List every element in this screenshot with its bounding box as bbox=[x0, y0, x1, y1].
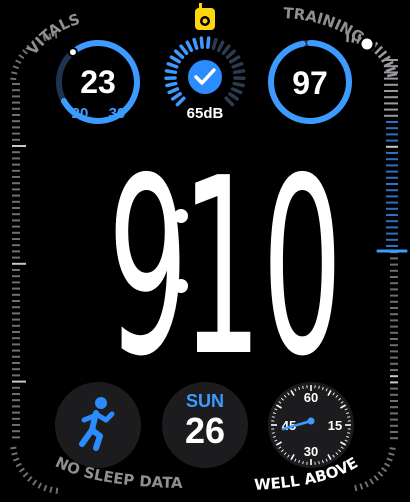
bezel-tick bbox=[11, 452, 18, 456]
watch-face: VITALS TRAINING NO SLEEP DATA WELL ABOVE… bbox=[10, 3, 408, 494]
time-display: 9 10 bbox=[108, 125, 343, 410]
noise-ok-badge bbox=[188, 60, 222, 94]
bezel-tick bbox=[18, 467, 25, 473]
noise-tick bbox=[224, 96, 235, 107]
stopwatch-tick bbox=[302, 385, 304, 389]
bezel-tick bbox=[388, 452, 395, 456]
workout-complication[interactable] bbox=[55, 382, 141, 468]
vitals-complication[interactable]: 23 20 30 bbox=[56, 40, 140, 124]
bezel-tick bbox=[373, 475, 379, 481]
bezel-tick bbox=[364, 481, 369, 488]
bezel-tick bbox=[22, 49, 28, 55]
vitals-indicator bbox=[67, 47, 78, 58]
stopwatch-complication[interactable]: 60 15 30 45 bbox=[268, 382, 354, 468]
date-complication[interactable]: SUN 26 bbox=[162, 382, 248, 468]
bezel-tick bbox=[383, 462, 391, 468]
noise-tick bbox=[221, 44, 231, 56]
bezel-tick bbox=[18, 54, 25, 60]
noise-tick bbox=[173, 49, 185, 59]
bezel-tick bbox=[22, 472, 29, 478]
bezel-tick bbox=[374, 45, 384, 55]
noise-value: 65dB bbox=[187, 105, 224, 122]
stopwatch-pivot bbox=[307, 417, 315, 425]
noise-tick bbox=[225, 49, 237, 59]
bezel-tick bbox=[354, 484, 358, 492]
noise-tick bbox=[169, 55, 181, 64]
noise-tick bbox=[206, 36, 211, 49]
date-day: SUN bbox=[186, 391, 224, 411]
bezel-tick bbox=[381, 467, 388, 473]
training-gauge bbox=[346, 31, 408, 492]
noise-tick bbox=[228, 92, 240, 101]
stopwatch-tick bbox=[318, 385, 320, 389]
stopwatch-mark-60: 60 bbox=[304, 390, 318, 405]
bezel-tick bbox=[27, 476, 33, 482]
bezel-tick bbox=[10, 446, 17, 450]
noise-complication[interactable]: 65dB bbox=[164, 36, 246, 122]
bezel-tick bbox=[32, 479, 38, 486]
noise-tick bbox=[167, 87, 180, 95]
noise-tick bbox=[175, 96, 186, 107]
stopwatch-tick bbox=[271, 416, 275, 418]
noise-tick bbox=[232, 81, 245, 88]
noise-tick bbox=[232, 69, 246, 75]
bezel-tick bbox=[13, 457, 20, 462]
stopwatch-mark-15: 15 bbox=[328, 418, 342, 433]
noise-tick bbox=[230, 87, 243, 95]
stopwatch-mark-30: 30 bbox=[304, 444, 318, 459]
bezel-tick bbox=[15, 462, 22, 468]
noise-tick bbox=[179, 44, 189, 56]
bezel-tick bbox=[386, 457, 393, 462]
bezel-tick bbox=[11, 71, 18, 75]
bezel-tick bbox=[15, 59, 22, 65]
vitals-value: 23 bbox=[80, 64, 116, 100]
vitals-low: 20 bbox=[72, 105, 89, 122]
time-minutes: 10 bbox=[181, 125, 342, 410]
left-tick-scale bbox=[10, 32, 59, 494]
noise-tick bbox=[199, 36, 204, 49]
training-value: 97 bbox=[292, 65, 328, 101]
bezel-tick bbox=[55, 487, 59, 494]
vitals-high: 30 bbox=[109, 105, 126, 122]
noise-tick bbox=[216, 40, 225, 53]
stopwatch-tick bbox=[302, 461, 304, 465]
bezel-tick bbox=[386, 72, 398, 78]
training-label: TRAINING bbox=[283, 4, 368, 47]
noise-tick bbox=[185, 40, 194, 53]
noise-tick bbox=[192, 37, 199, 50]
noise-tick bbox=[231, 62, 244, 69]
bezel-tick bbox=[10, 77, 17, 81]
training-complication[interactable]: 97 bbox=[268, 40, 352, 124]
bezel-tick bbox=[377, 471, 384, 477]
stopwatch-tick bbox=[347, 416, 351, 418]
noise-tick bbox=[229, 55, 241, 64]
time-hours: 9 bbox=[108, 125, 189, 410]
bezel-tick bbox=[49, 486, 53, 493]
stopwatch-tick bbox=[318, 461, 320, 465]
walkie-talkie-icon[interactable] bbox=[195, 3, 215, 30]
noise-tick bbox=[170, 92, 182, 101]
bezel-tick bbox=[43, 484, 48, 492]
bezel-tick bbox=[12, 65, 20, 70]
stopwatch-tick bbox=[271, 432, 275, 434]
bezel-tick bbox=[37, 482, 43, 489]
bezel-tick bbox=[389, 447, 396, 450]
bezel-tick bbox=[359, 483, 364, 490]
noise-tick bbox=[164, 69, 178, 75]
noise-tick bbox=[165, 81, 178, 88]
noise-tick bbox=[166, 62, 179, 69]
date-number: 26 bbox=[185, 410, 225, 451]
stopwatch-tick bbox=[347, 432, 351, 434]
bezel-tick bbox=[369, 478, 375, 485]
noise-tick bbox=[211, 37, 218, 50]
bezel-tick bbox=[385, 66, 396, 73]
bezel-tick bbox=[377, 50, 388, 59]
